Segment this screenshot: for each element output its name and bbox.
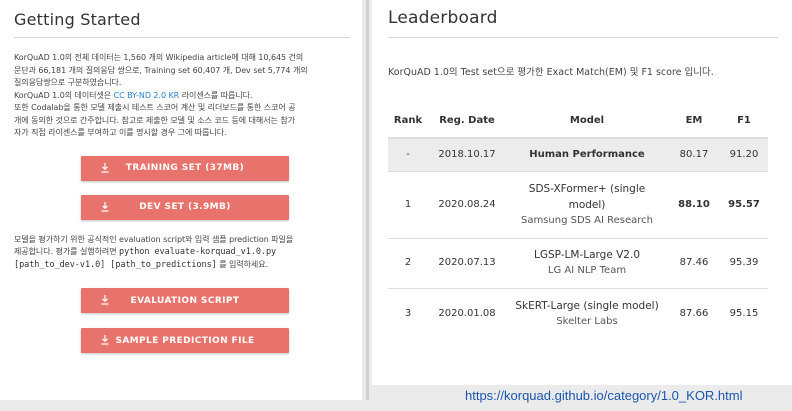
f1-cell: 95.15: [720, 287, 768, 339]
em-cell: 87.66: [668, 287, 720, 339]
description-line: KorQuAD 1.0의 전체 데이터는 1,560 개의 Wikipedia …: [14, 53, 304, 62]
table-row: - 2018.10.17 Human Performance 80.17 91.…: [388, 137, 768, 171]
eval-suffix: 를 입력하세요.: [216, 259, 269, 269]
leaderboard-table: Rank Reg. Date Model EM F1 - 2018.10.17 …: [388, 104, 768, 339]
eval-command: python evaluate-korquad_v1.0.py: [119, 247, 277, 257]
model-org: Samsung SDS AI Research: [520, 214, 654, 226]
license-link[interactable]: CC BY-ND 2.0 KR: [114, 91, 180, 100]
date-cell: 2020.07.13: [428, 237, 506, 288]
header-date: Reg. Date: [428, 104, 506, 139]
license-prefix: KorQuAD 1.0의 데이터셋은: [14, 90, 114, 100]
date-cell: 2018.10.17: [428, 137, 506, 171]
eval-line: 제공합니다. 평가를 실행하려면 python evaluate-korquad…: [14, 246, 350, 259]
model-cell: SDS-XFormer+ (single model) Samsung SDS …: [506, 170, 668, 238]
terms-line: 개에 동의한 것으로 간주합니다. 참고로 제출한 모델 및 소스 코드 등에 …: [14, 115, 295, 125]
model-name: SkERT-Large (single model): [515, 299, 659, 312]
title-divider: [388, 37, 778, 38]
f1-cell: 91.20: [720, 137, 768, 171]
rank-cell: -: [388, 137, 428, 171]
dev-set-button[interactable]: DEV SET (3.9MB): [81, 194, 289, 220]
download-icon: [101, 335, 109, 345]
model-name: LGSP-LM-Large V2.0: [534, 249, 640, 261]
table-row: 1 2020.08.24 SDS-XFormer+ (single model)…: [388, 170, 768, 238]
training-set-label: TRAINING SET (37MB): [125, 163, 245, 173]
date-cell: 2020.01.08: [428, 287, 506, 339]
leaderboard-description: KorQuAD 1.0의 Test set으로 평가한 Exact Match(…: [388, 67, 714, 78]
training-set-button[interactable]: TRAINING SET (37MB): [81, 155, 289, 181]
em-cell: 88.10: [668, 170, 720, 238]
date-cell: 2020.08.24: [428, 170, 506, 238]
license-line: KorQuAD 1.0의 데이터셋은 CC BY-ND 2.0 KR 라이센스를…: [14, 90, 350, 103]
rank-cell: 2: [388, 237, 428, 288]
evaluation-script-label: EVALUATION SCRIPT: [130, 295, 240, 306]
evaluation-description: 모델을 평가하기 위한 공식적인 evaluation script와 입력 샘…: [14, 234, 350, 272]
evaluation-script-button[interactable]: EVALUATION SCRIPT: [81, 288, 289, 313]
terms-line: 자가 직접 라이센스를 부여하고 이를 명시할 경우 그에 따릅니다.: [14, 128, 227, 137]
header-f1: F1: [720, 104, 768, 139]
model-cell: LGSP-LM-Large V2.0 LG AI NLP Team: [506, 237, 668, 288]
table-header-row: Rank Reg. Date Model EM F1: [388, 104, 768, 139]
rank-cell: 3: [388, 287, 428, 339]
eval-line-text: 제공합니다. 평가를 실행하려면: [14, 247, 120, 256]
f1-cell: 95.39: [720, 237, 768, 288]
source-url-link[interactable]: https://korquad.github.io/category/1.0_K…: [465, 388, 743, 403]
table-row: 2 2020.07.13 LGSP-LM-Large V2.0 LG AI NL…: [388, 237, 768, 288]
em-cell: 80.17: [668, 137, 720, 171]
terms-line: 또한 Codalab을 통한 모델 제출시 테스트 스코어 계산 및 리더보드를…: [14, 103, 296, 112]
header-em: EM: [668, 104, 720, 139]
eval-line: [path_to_dev-v1.0] [path_to_predictions]…: [14, 259, 350, 272]
eval-command-args: [path_to_dev-v1.0] [path_to_predictions]: [14, 259, 217, 270]
dataset-description: KorQuAD 1.0의 전체 데이터는 1,560 개의 Wikipedia …: [14, 52, 350, 140]
description-line: 문단과 66,181 개의 질의응답 쌍으로, Training set 60,…: [14, 65, 308, 75]
model-org: LG AI NLP Team: [547, 265, 627, 276]
em-cell: 87.46: [668, 237, 720, 288]
header-model: Model: [506, 104, 668, 139]
license-suffix: 라이센스를 따릅니다.: [179, 90, 253, 100]
sample-prediction-label: SAMPLE PREDICTION FILE: [115, 335, 255, 346]
download-icon: [101, 295, 109, 305]
header-rank: Rank: [388, 104, 428, 139]
model-name: SDS-XFormer+ (single model): [528, 182, 646, 211]
eval-line: 모델을 평가하기 위한 공식적인 evaluation script와 입력 샘…: [14, 234, 294, 244]
table-row: 3 2020.01.08 SkERT-Large (single model) …: [388, 287, 768, 339]
model-org: Skelter Labs: [556, 315, 618, 327]
f1-cell: 95.57: [720, 170, 768, 238]
leaderboard-panel: Leaderboard KorQuAD 1.0의 Test set으로 평가한 …: [372, 0, 792, 385]
model-cell: Human Performance: [506, 137, 668, 171]
download-icon: [101, 201, 109, 212]
description-line: 질의응답쌍으로 구분하였습니다.: [14, 78, 122, 87]
leaderboard-title: Leaderboard: [388, 8, 498, 28]
rank-cell: 1: [388, 170, 428, 238]
scrollbar[interactable]: [366, 0, 369, 400]
getting-started-title: Getting Started: [14, 10, 141, 29]
model-cell: SkERT-Large (single model) Skelter Labs: [506, 287, 668, 339]
title-divider: [14, 37, 350, 38]
getting-started-panel: Getting Started KorQuAD 1.0의 전체 데이터는 1,5…: [0, 0, 362, 400]
download-icon: [101, 162, 109, 173]
dev-set-label: DEV SET (3.9MB): [139, 202, 231, 212]
sample-prediction-button[interactable]: SAMPLE PREDICTION FILE: [81, 328, 289, 353]
